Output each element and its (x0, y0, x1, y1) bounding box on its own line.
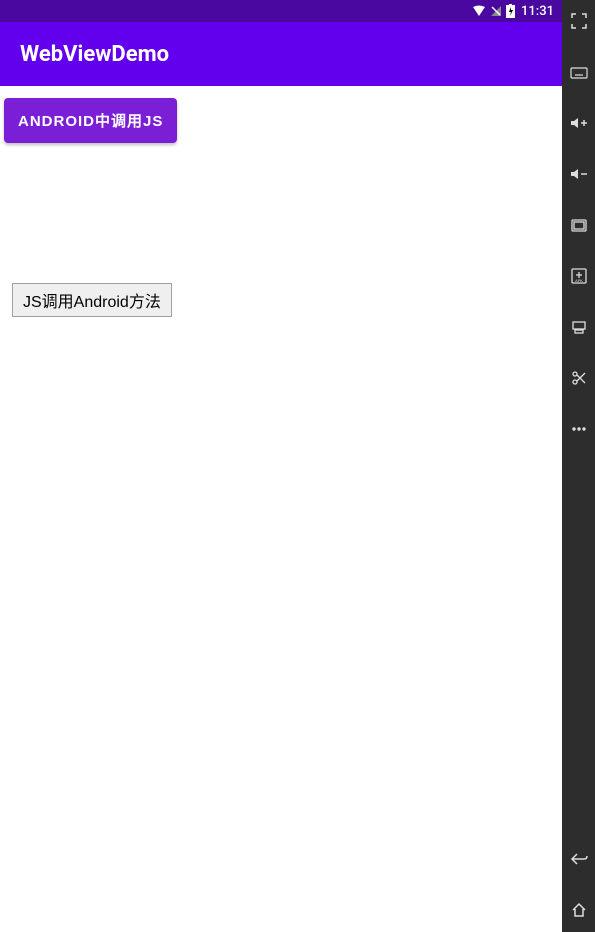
install-apk-icon[interactable]: APK (562, 259, 595, 292)
home-icon[interactable] (562, 893, 595, 926)
volume-up-icon[interactable] (562, 106, 595, 139)
status-bar: 11:31 (0, 0, 562, 22)
content-area: ANDROID中调用JS JS调用Android方法 (0, 86, 562, 932)
wifi-icon (472, 5, 486, 17)
signal-icon (490, 5, 502, 17)
more-icon[interactable] (562, 412, 595, 445)
status-time: 11:31 (521, 4, 554, 19)
status-icons (472, 4, 515, 18)
app-bar: WebViewDemo (0, 22, 562, 86)
emulator-toolbar: APK (562, 0, 595, 932)
keyboard-icon[interactable] (562, 55, 595, 88)
scissors-icon[interactable] (562, 361, 595, 394)
app-title: WebViewDemo (20, 42, 169, 67)
call-android-button[interactable]: JS调用Android方法 (12, 283, 172, 317)
back-icon[interactable] (562, 842, 595, 875)
webview-area: JS调用Android方法 (4, 283, 558, 317)
svg-text:APK: APK (575, 278, 583, 283)
call-js-button[interactable]: ANDROID中调用JS (4, 98, 177, 143)
volume-down-icon[interactable] (562, 157, 595, 190)
fullscreen-icon[interactable] (562, 4, 595, 37)
phone-screen: 11:31 WebViewDemo ANDROID中调用JS JS调用Andro… (0, 0, 562, 932)
record-icon[interactable] (562, 310, 595, 343)
charging-icon (506, 4, 515, 18)
screenshot-icon[interactable] (562, 208, 595, 241)
